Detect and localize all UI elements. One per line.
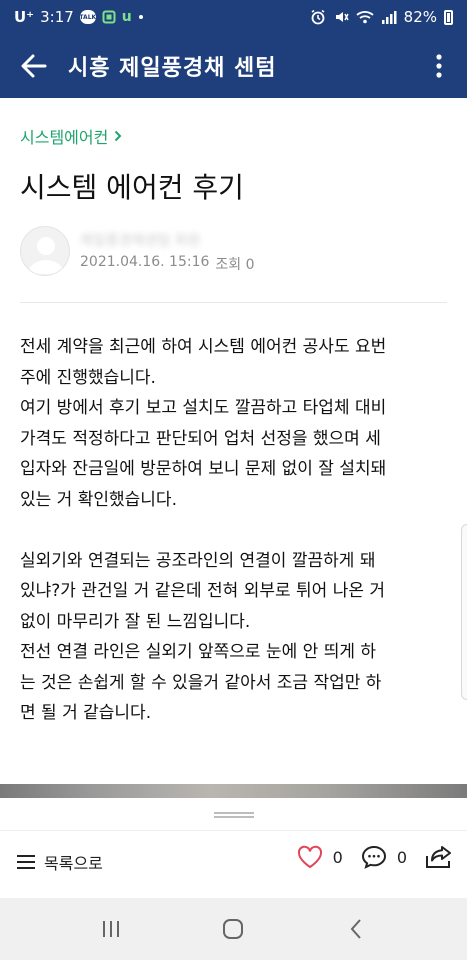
body-line: 가격도 적정하다고 판단되어 업처 선정을 했으며 세 <box>20 428 381 449</box>
more-vertical-icon <box>436 54 442 78</box>
back-button[interactable] <box>0 34 68 98</box>
comment-count: 0 <box>396 847 407 867</box>
category-label: 시스템에어컨 <box>20 128 109 147</box>
author-avatar[interactable] <box>20 226 70 276</box>
back-to-list-button[interactable]: 목록으로 <box>16 850 103 874</box>
category-link[interactable]: 시스템에어컨 <box>20 124 122 148</box>
home-button[interactable] <box>203 898 263 960</box>
naver-notification-icon: u <box>121 9 132 25</box>
post-body: 전세 계약을 최근에 하여 시스템 에어컨 공사도 요번 주에 진행했습니다. … <box>20 332 450 729</box>
mute-icon <box>333 9 349 25</box>
status-bar: U⁺ 3:17 TALK u 82% <box>0 0 467 34</box>
status-left: U⁺ 3:17 TALK u <box>14 8 144 26</box>
system-navigation-bar <box>0 898 467 960</box>
like-count: 0 <box>332 847 343 867</box>
wifi-icon <box>356 10 374 24</box>
back-to-list-label: 목록으로 <box>44 854 103 873</box>
view-count: 조회 0 <box>215 257 255 273</box>
post-title: 시스템 에어컨 후기 <box>20 171 244 204</box>
body-line: 전선 연결 라인은 실외기 앞쪽으로 눈에 안 띄게 하 <box>20 642 377 662</box>
more-options-button[interactable] <box>411 34 467 98</box>
battery-percent: 82% <box>403 8 437 26</box>
body-line: 있냐?가 관건일 거 같은데 전혀 외부로 튀어 나온 거 <box>20 581 386 601</box>
app-title: 시흥 제일풍경채 센텀 <box>68 56 277 81</box>
body-line: 면 될 거 같습니다. <box>20 703 152 723</box>
heart-icon <box>297 845 322 869</box>
chevron-right-icon <box>115 130 122 142</box>
app-notification-icon <box>102 10 116 24</box>
body-line: 여기 방에서 후기 보고 설치도 깔끔하고 타업체 대비 <box>20 398 387 418</box>
post-date: 2021.04.16. 15:16 <box>80 254 210 270</box>
body-line: 전세 계약을 최근에 하여 시스템 에어컨 공사도 요번 <box>20 337 387 357</box>
share-button[interactable] <box>425 844 453 870</box>
recent-apps-icon <box>103 921 120 937</box>
sheet-divider <box>0 830 467 831</box>
attached-photo-preview[interactable] <box>0 784 467 798</box>
chevron-left-icon <box>350 919 361 939</box>
body-line: 입자와 잔금일에 방문하여 보니 문제 없이 잘 설치돼 <box>20 459 387 479</box>
like-button[interactable]: 0 <box>297 845 343 869</box>
sheet-drag-handle[interactable] <box>214 812 254 818</box>
battery-icon <box>444 9 453 25</box>
talk-notification-icon: TALK <box>79 10 96 24</box>
system-back-button[interactable] <box>326 898 386 960</box>
alarm-icon <box>310 9 326 25</box>
body-line: 주에 진행했습니다. <box>20 367 156 388</box>
body-line: 는 것은 손쉽게 할 수 있을거 같아서 조금 작업만 하 <box>20 672 382 693</box>
carrier-label: U⁺ <box>14 8 35 26</box>
dot-notification-icon <box>138 14 144 20</box>
divider <box>20 302 447 303</box>
default-avatar-icon <box>28 237 64 274</box>
body-blank-line <box>20 515 450 546</box>
post-actions: 0 0 <box>297 844 453 870</box>
comment-icon <box>361 845 386 869</box>
signal-icon <box>381 10 397 24</box>
status-right: 82% <box>310 8 453 26</box>
app-bar: 시흥 제일풍경채 센텀 <box>0 34 467 98</box>
body-line: 실외기와 연결되는 공조라인의 연결이 깔끔하게 돼 <box>20 550 376 571</box>
comment-button[interactable]: 0 <box>361 845 407 869</box>
arrow-left-icon <box>21 54 47 78</box>
clock: 3:17 <box>40 8 74 26</box>
author-name[interactable]: 제일풍경채센텀 회원 <box>80 230 250 249</box>
body-line: 있는 거 확인했습니다. <box>20 489 177 510</box>
post-content: 시스템에어컨 시스템 에어컨 후기 제일풍경채센텀 회원 2021.04.16.… <box>0 98 467 784</box>
post-meta: 2021.04.16. 15:16 조회 0 <box>80 254 255 274</box>
menu-icon <box>17 855 35 869</box>
body-line: 없이 마무리가 잘 된 느낌입니다. <box>20 611 251 632</box>
bottom-action-sheet: 목록으로 0 0 <box>0 798 467 898</box>
home-icon <box>223 919 244 939</box>
edge-panel-handle[interactable] <box>461 524 467 700</box>
recent-apps-button[interactable] <box>81 898 141 960</box>
share-icon <box>426 846 451 868</box>
